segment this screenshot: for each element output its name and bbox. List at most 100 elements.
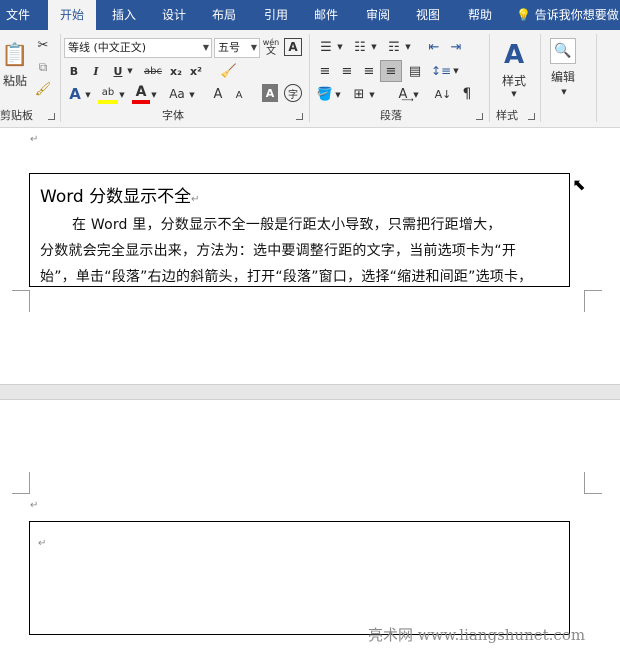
show-marks-icon[interactable]: ¶ [458,84,476,104]
clear-format-icon[interactable]: 🧹 [220,62,238,80]
chevron-down-icon[interactable]: ▼ [150,88,158,102]
styles-icon[interactable]: A [498,38,530,72]
text-box-empty[interactable]: ↵ [29,521,570,635]
italic-button[interactable]: I [88,62,104,80]
chevron-down-icon[interactable]: ▼ [334,88,342,102]
separator [489,34,490,122]
cut-icon[interactable]: ✂ [34,36,52,54]
margin-corner-top-right [584,472,602,494]
tab-references[interactable]: 引用 [254,0,298,30]
character-shading-icon[interactable]: A [262,84,278,102]
tab-design[interactable]: 设计 [152,0,196,30]
styles-launcher-icon[interactable] [528,113,535,120]
numbering-icon[interactable]: ☷ [350,38,370,56]
multilevel-list-icon[interactable]: ☶ [384,38,404,56]
shading-icon[interactable]: 🪣 [316,84,334,104]
font-color-icon[interactable]: A [132,84,150,104]
font-launcher-icon[interactable] [296,113,303,120]
format-painter-icon[interactable]: 🖌 [34,80,52,98]
styles-button[interactable]: 样式 [496,72,532,88]
tell-me-box[interactable]: 💡 告诉我你想要做 [516,0,619,30]
editing-button[interactable]: 编辑 [546,68,580,84]
chevron-down-icon: ▼ [250,43,257,52]
chevron-down-icon[interactable]: ▼ [188,88,196,102]
tab-home[interactable]: 开始 [48,0,96,30]
superscript-button[interactable]: x² [188,62,204,80]
page-break-gap [0,384,620,400]
decrease-indent-icon[interactable]: ⇤ [424,38,444,56]
tab-help[interactable]: 帮助 [458,0,502,30]
body-line-2: 分数就会完全显示出来，方法为：选中要调整行距的文字，当前选项卡为“开 [40,243,517,259]
margin-corner-top-left [12,472,30,494]
strikethrough-button[interactable]: abc [142,62,164,80]
tab-insert[interactable]: 插入 [102,0,146,30]
chevron-down-icon[interactable]: ▼ [560,86,568,98]
bullets-icon[interactable]: ☰ [316,38,336,56]
character-border-icon[interactable]: A [284,38,302,56]
subscript-button[interactable]: x₂ [168,62,184,80]
heading-text: Word 分数显示不全 [40,187,192,207]
body-line-1: 在 Word 里，分数显示不全一般是行距太小导致，只需把行距增大， [72,217,502,233]
chevron-down-icon[interactable]: ▼ [336,40,344,54]
font-name-value: 等线 (中文正文) [68,41,147,54]
clipboard-group-label: 剪贴板 [0,109,33,122]
paste-button[interactable]: 粘贴 [0,72,30,88]
text-effects-icon[interactable]: A [66,84,84,104]
separator [60,34,61,122]
shrink-font-button[interactable]: A [232,86,246,104]
bold-button[interactable]: B [66,62,82,80]
chevron-down-icon[interactable]: ▼ [452,64,460,78]
font-name-dropdown[interactable]: 等线 (中文正文) ▼ [64,38,212,58]
highlight-icon[interactable]: ab [98,84,118,104]
tab-view[interactable]: 视图 [406,0,450,30]
separator [540,34,541,122]
chevron-down-icon[interactable]: ▼ [84,88,92,102]
paragraph-mark: ↵ [38,538,47,549]
margin-corner-bottom-left [12,290,30,312]
separator [596,34,597,122]
tell-me-text: 告诉我你想要做 [534,8,619,22]
separator [309,34,310,122]
change-case-button[interactable]: Aa [166,84,188,104]
chevron-down-icon[interactable]: ▼ [412,88,420,102]
underline-button[interactable]: U [110,62,126,80]
text-box-content[interactable]: Word 分数显示不全↵ 在 Word 里，分数显示不全一般是行距太小导致，只需… [29,173,570,287]
tab-review[interactable]: 审阅 [356,0,400,30]
chevron-down-icon[interactable]: ▼ [118,88,126,102]
copy-icon[interactable]: ⧉ [34,58,52,76]
tab-file[interactable]: 文件 [0,0,36,30]
chevron-down-icon[interactable]: ▼ [370,40,378,54]
chevron-down-icon[interactable]: ▼ [368,88,376,102]
margin-corner-bottom-right [584,290,602,312]
body-line-3: 始”，单击“段落”右边的斜箭头，打开“段落”窗口，选择“缩进和间距”选项卡， [40,269,533,285]
justify-icon[interactable]: ≡ [380,60,402,82]
search-icon[interactable]: 🔍 [550,38,576,64]
chevron-down-icon[interactable]: ▼ [126,62,134,80]
document-heading: Word 分数显示不全↵ [40,182,200,207]
enclose-characters-icon[interactable]: 字 [284,84,302,102]
align-right-icon[interactable]: ≡ [360,62,378,80]
watermark: 亮术网 www.liangshunet.com [368,626,586,644]
paragraph-mark: ↵ [30,500,39,511]
paragraph-launcher-icon[interactable] [476,113,483,120]
increase-indent-icon[interactable]: ⇥ [446,38,466,56]
paste-icon[interactable]: 📋 [0,38,30,72]
paragraph-mark: ↵ [191,194,200,205]
tab-mailings[interactable]: 邮件 [304,0,348,30]
tab-layout[interactable]: 布局 [202,0,246,30]
distributed-icon[interactable]: ▤ [406,62,424,80]
font-size-value: 五号 [218,41,240,54]
font-size-dropdown[interactable]: 五号 ▼ [214,38,260,58]
borders-icon[interactable]: ⊞ [350,84,368,104]
chevron-down-icon[interactable]: ▼ [510,88,518,100]
chinese-layout-icon[interactable]: A͢ [394,84,412,104]
clipboard-launcher-icon[interactable] [48,113,55,120]
line-spacing-icon[interactable]: ↕≡ [431,62,451,80]
sort-icon[interactable]: A↓ [434,84,452,104]
phonetic-guide-icon[interactable]: wén 文 [262,36,280,58]
align-center-icon[interactable]: ≡ [338,62,356,80]
chevron-down-icon: ▼ [202,43,209,52]
grow-font-button[interactable]: A [210,84,226,104]
align-left-icon[interactable]: ≡ [316,62,334,80]
chevron-down-icon[interactable]: ▼ [404,40,412,54]
